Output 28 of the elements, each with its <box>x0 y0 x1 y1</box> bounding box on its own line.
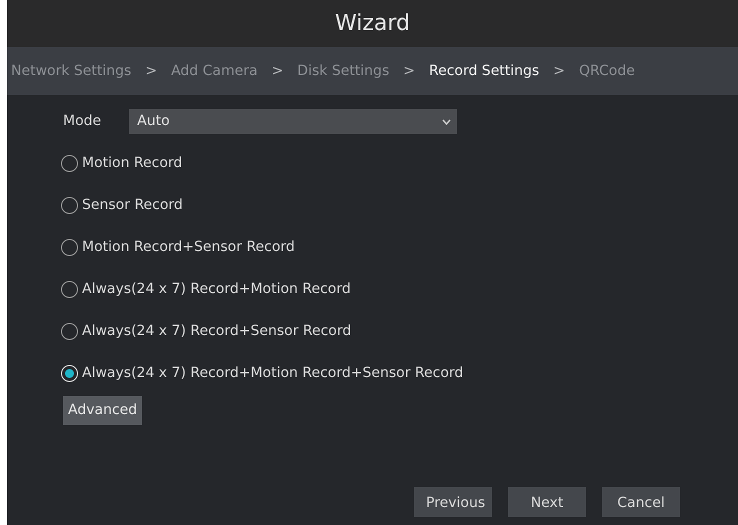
step-separator: > <box>145 62 158 80</box>
wizard-step[interactable]: Add Camera <box>171 60 258 82</box>
window-title: Wizard <box>7 0 738 47</box>
advanced-button[interactable]: Advanced <box>63 396 142 425</box>
footer-button[interactable]: Previous <box>414 487 492 517</box>
option-label: Always(24 x 7) Record+Sensor Record <box>82 322 352 340</box>
radio-button[interactable] <box>61 154 78 172</box>
option-label: Sensor Record <box>82 196 183 214</box>
option-label: Motion Record+Sensor Record <box>82 238 295 256</box>
wizard-step[interactable]: Disk Settings <box>297 60 390 82</box>
option-label: Always(24 x 7) Record+Motion Record <box>82 280 351 298</box>
radio-button[interactable] <box>61 280 78 298</box>
mode-label: Mode <box>63 112 102 131</box>
chevron-down-icon <box>442 118 452 124</box>
step-separator: > <box>553 62 565 80</box>
step-separator: > <box>272 62 284 80</box>
footer-button[interactable]: Next <box>508 487 586 517</box>
wizard-step[interactable]: Record Settings <box>428 60 540 82</box>
wizard-step[interactable]: Network Settings <box>11 60 132 82</box>
wizard-step[interactable]: QRCode <box>578 60 635 82</box>
radio-button[interactable] <box>61 238 78 256</box>
step-separator: > <box>403 62 415 80</box>
mode-dropdown[interactable]: Auto <box>129 109 458 134</box>
option-label: Always(24 x 7) Record+Motion Record+Sensor Record <box>82 364 464 382</box>
radio-button[interactable] <box>61 322 78 340</box>
radio-button[interactable] <box>61 196 78 214</box>
option-label: Motion Record <box>82 154 182 172</box>
footer-button[interactable]: Cancel <box>602 487 680 517</box>
